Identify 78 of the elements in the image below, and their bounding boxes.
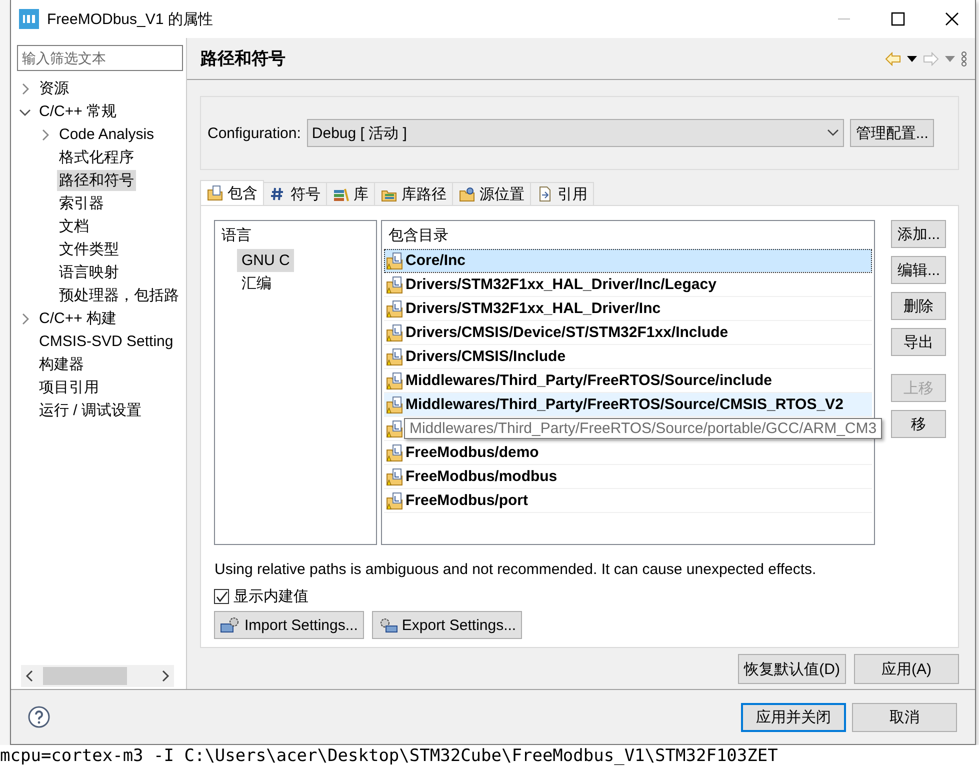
tree-item[interactable]: Code Analysis bbox=[57, 125, 156, 144]
configuration-dropdown[interactable]: Debug [ 活动 ] bbox=[306, 119, 844, 147]
language-item[interactable]: 汇编 bbox=[237, 272, 276, 295]
include-folder-icon bbox=[386, 468, 404, 486]
include-row[interactable]: Drivers/STM32F1xx_HAL_Driver/Inc/Legacy bbox=[384, 273, 872, 297]
include-row[interactable]: FreeModbus/demo bbox=[384, 441, 872, 465]
tree-item[interactable]: 路径和符号 bbox=[57, 170, 136, 191]
folder-icon bbox=[459, 186, 476, 202]
help-icon[interactable] bbox=[27, 705, 51, 730]
tree-item[interactable]: 运行 / 调试设置 bbox=[37, 400, 144, 421]
warning-text: Using relative paths is ambiguous and not recommended. It can cause unexpected effects. bbox=[214, 561, 818, 578]
dropdown-icon[interactable] bbox=[907, 56, 917, 62]
page-button[interactable]: 恢复默认值(D) bbox=[738, 654, 846, 684]
tree-item[interactable]: 格式化程序 bbox=[57, 147, 136, 168]
side-button[interactable]: 删除 bbox=[891, 292, 946, 320]
document-arrow-icon bbox=[537, 186, 554, 202]
include-row[interactable]: FreeModbus/modbus bbox=[384, 465, 872, 489]
include-folder-icon bbox=[386, 396, 404, 414]
side-button[interactable]: 添加... bbox=[891, 220, 946, 248]
include-row[interactable]: Drivers/STM32F1xx_HAL_Driver/Inc bbox=[384, 297, 872, 321]
page-button[interactable]: 应用(A) bbox=[854, 654, 959, 684]
include-folder-icon bbox=[386, 372, 404, 390]
include-folder-icon bbox=[386, 444, 404, 462]
settings-button[interactable]: Export Settings... bbox=[372, 611, 522, 639]
configuration-label: Configuration: bbox=[207, 124, 301, 142]
side-button[interactable]: 导出 bbox=[891, 328, 946, 356]
horizontal-scrollbar[interactable] bbox=[21, 665, 174, 688]
tree-item[interactable]: 资源 bbox=[37, 78, 71, 99]
books-icon bbox=[333, 186, 350, 202]
maximize-icon[interactable] bbox=[891, 12, 905, 26]
include-folder-icon bbox=[386, 276, 404, 294]
include-folder-icon bbox=[386, 252, 404, 270]
include-row[interactable]: Middlewares/Third_Party/FreeRTOS/Source/CMSIS_RTOS_V2 bbox=[384, 393, 872, 417]
include-folder-icon bbox=[386, 324, 404, 342]
tree-item[interactable]: 语言映射 bbox=[57, 262, 121, 283]
dialog-button[interactable]: 应用并关闭 bbox=[741, 702, 846, 732]
filter-field[interactable]: 输入筛选文本 bbox=[17, 45, 183, 71]
include-folder-icon bbox=[207, 185, 224, 201]
include-folder-icon bbox=[386, 348, 404, 366]
manage-configurations-button[interactable]: 管理配置... bbox=[850, 119, 934, 147]
include-row[interactable]: Drivers/CMSIS/Include bbox=[384, 345, 872, 369]
tree-item[interactable]: 项目引用 bbox=[37, 377, 101, 398]
import-gear-icon bbox=[220, 616, 240, 634]
side-button[interactable]: 编辑... bbox=[891, 256, 946, 284]
export-gear-icon bbox=[378, 616, 398, 634]
tree-item[interactable]: 文档 bbox=[57, 216, 91, 237]
tree-item[interactable]: C/C++ 构建 bbox=[37, 308, 119, 329]
scroll-left-icon[interactable] bbox=[25, 670, 35, 682]
tree-item[interactable]: 构建器 bbox=[37, 354, 86, 375]
tree-item[interactable]: 预处理器，包括路 bbox=[57, 285, 181, 306]
tab[interactable]: 包含 bbox=[200, 180, 264, 205]
dropdown-chevron-icon[interactable] bbox=[826, 129, 839, 137]
column-header: 包含目录 bbox=[387, 226, 450, 246]
include-row[interactable]: Core/Inc bbox=[384, 249, 872, 273]
tree-item[interactable]: 文件类型 bbox=[57, 239, 121, 260]
include-folder-icon bbox=[386, 492, 404, 510]
column-header: 语言 bbox=[220, 226, 252, 246]
tab[interactable]: 引用 bbox=[530, 182, 594, 205]
tree-item[interactable]: C/C++ 常规 bbox=[37, 101, 119, 122]
tree-item[interactable]: CMSIS-SVD Setting bbox=[37, 332, 176, 351]
window-title: FreeMODbus_V1 的属性 bbox=[47, 10, 214, 28]
app-logo-icon bbox=[19, 9, 39, 29]
checkbox-label: 显示内建值 bbox=[233, 587, 308, 606]
settings-button[interactable]: Import Settings... bbox=[214, 611, 364, 639]
checkbox[interactable] bbox=[214, 589, 230, 604]
side-button[interactable]: 移 bbox=[891, 410, 946, 438]
include-row[interactable]: Drivers/CMSIS/Device/ST/STM32F1xx/Include bbox=[384, 321, 872, 345]
page-title: 路径和符号 bbox=[200, 48, 286, 70]
include-row[interactable]: FreeModbus/port bbox=[384, 489, 872, 513]
more-options-icon[interactable] bbox=[961, 50, 967, 66]
include-folder-icon bbox=[386, 300, 404, 318]
include-folder-icon bbox=[386, 420, 404, 438]
language-item[interactable]: GNU C bbox=[237, 249, 294, 272]
close-icon[interactable] bbox=[945, 12, 959, 26]
dialog-button[interactable]: 取消 bbox=[852, 702, 957, 732]
tooltip: Middlewares/Third_Party/FreeRTOS/Source/portable/GCC/ARM_CM3 bbox=[404, 418, 882, 439]
scroll-right-icon[interactable] bbox=[160, 670, 170, 682]
tree-item[interactable]: 索引器 bbox=[57, 193, 106, 214]
